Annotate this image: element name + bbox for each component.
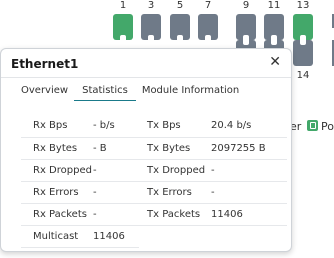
table-row: Rx Bytes - B Tx Bytes 2097255 B (21, 137, 287, 160)
legend-poe-label: Po (321, 120, 334, 133)
port-14[interactable] (293, 40, 313, 66)
tab-module-information[interactable]: Module Information (142, 85, 239, 101)
stat-value: - (93, 203, 139, 226)
port-number: 5 (176, 0, 184, 11)
port-7[interactable] (198, 14, 218, 40)
stat-label: Rx Errors (21, 181, 93, 204)
stat-label: Tx Bps (139, 115, 211, 138)
poe-icon (307, 120, 318, 131)
tab-bar: Overview Statistics Module Information (21, 85, 253, 101)
stat-value: - b/s (93, 115, 139, 138)
port-number: 1 (119, 0, 127, 11)
stat-label: Rx Dropped (21, 159, 93, 182)
port-1[interactable] (113, 14, 133, 40)
port-number: 9 (242, 0, 250, 11)
port-number: 3 (147, 0, 155, 11)
header-divider (1, 77, 291, 78)
stat-label: Tx Dropped (139, 159, 211, 182)
table-row: Multicast 11406 (21, 225, 287, 248)
stat-value: 2097255 B (211, 137, 287, 160)
stat-label: Rx Bps (21, 115, 93, 138)
statistics-table: Rx Bps - b/s Tx Bps 20.4 b/s Rx Bytes - … (21, 115, 287, 248)
tab-statistics[interactable]: Statistics (74, 85, 136, 101)
stat-label: Rx Packets (21, 203, 93, 226)
port-number: 7 (204, 0, 212, 11)
close-icon[interactable]: ✕ (269, 54, 281, 70)
stat-label (139, 225, 211, 247)
stat-value: - (93, 181, 139, 204)
stat-value: - (93, 159, 139, 182)
port-number: 11 (267, 0, 281, 11)
port-number: 13 (296, 0, 310, 11)
stat-label: Rx Bytes (21, 137, 93, 160)
popup-title: Ethernet1 (11, 57, 79, 71)
port-9[interactable] (236, 14, 256, 40)
stat-label: Tx Errors (139, 181, 211, 204)
stat-value: 11406 (211, 203, 287, 226)
stat-value: - (211, 181, 287, 204)
stat-value: - B (93, 137, 139, 160)
port-11[interactable] (264, 14, 284, 40)
stat-value: - (211, 159, 287, 182)
stat-value (211, 225, 287, 247)
port-3[interactable] (141, 14, 161, 40)
table-row: Rx Bps - b/s Tx Bps 20.4 b/s (21, 115, 287, 138)
tab-overview[interactable]: Overview (21, 85, 68, 101)
stat-value: 20.4 b/s (211, 115, 287, 138)
table-row: Rx Errors - Tx Errors - (21, 181, 287, 204)
port-details-popup: Ethernet1 ✕ Overview Statistics Module I… (0, 48, 292, 252)
stat-value: 11406 (93, 225, 139, 248)
stat-label: Tx Packets (139, 203, 211, 226)
port-5[interactable] (170, 14, 190, 40)
table-row: Rx Packets - Tx Packets 11406 (21, 203, 287, 226)
stat-label: Tx Bytes (139, 137, 211, 160)
port-number: 14 (296, 70, 310, 81)
port-13[interactable] (293, 14, 313, 40)
stat-label: Multicast (21, 225, 93, 248)
table-row: Rx Dropped - Tx Dropped - (21, 159, 287, 182)
